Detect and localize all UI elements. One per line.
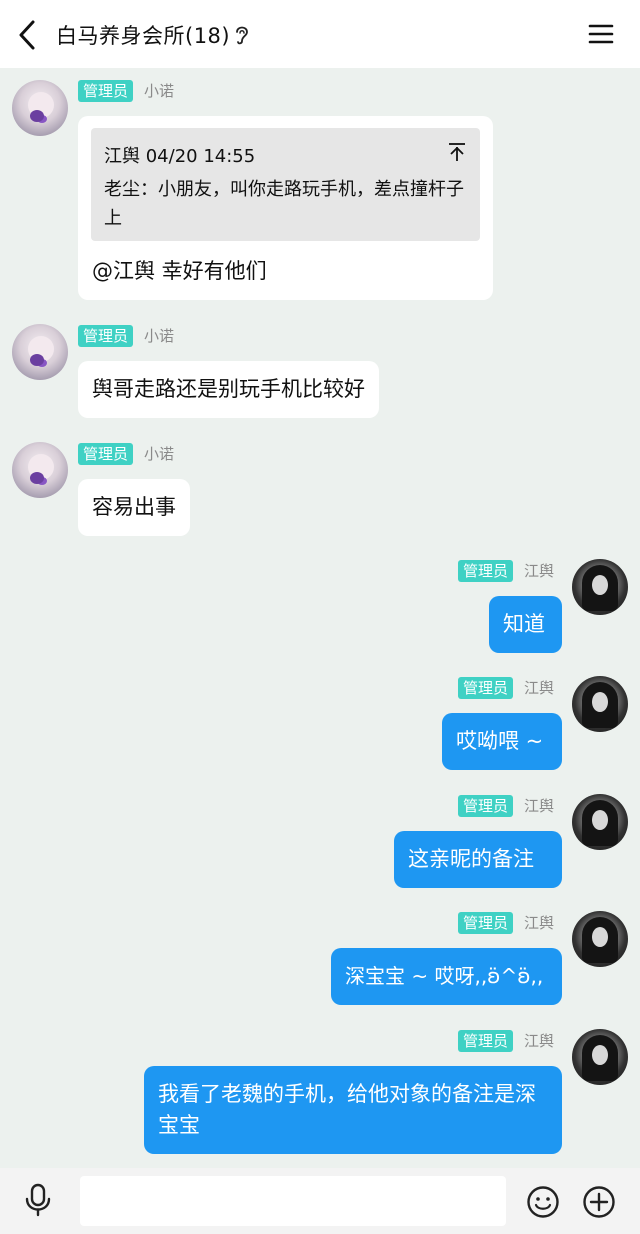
- sender-name: 江舆: [524, 1032, 555, 1050]
- avatar[interactable]: [12, 80, 68, 136]
- message-bubble[interactable]: 这亲昵的备注: [394, 831, 562, 888]
- message-bubble[interactable]: 容易出事: [78, 479, 190, 536]
- message-bubble[interactable]: 知道: [489, 596, 562, 653]
- quote-author-time: 江舆 04/20 14:55: [104, 146, 256, 167]
- avatar[interactable]: [572, 676, 628, 732]
- chat-header: 白马养身会所(18): [0, 0, 640, 68]
- message-text: 舆哥走路还是别玩手机比较好: [92, 377, 365, 401]
- chat-title[interactable]: 白马养身会所(18): [56, 20, 230, 50]
- avatar[interactable]: [572, 559, 628, 615]
- message-text: 我看了老魏的手机，给他对象的备注是深宝宝: [158, 1082, 536, 1137]
- back-button[interactable]: [14, 18, 42, 52]
- sender-name: 江舆: [524, 562, 555, 580]
- message-input[interactable]: [80, 1176, 506, 1226]
- sender-name: 小诺: [144, 327, 175, 345]
- admin-badge: 管理员: [458, 560, 514, 582]
- avatar[interactable]: [572, 911, 628, 967]
- microphone-icon[interactable]: [24, 1183, 52, 1217]
- sender-name: 江舆: [524, 797, 555, 815]
- ear-icon: [236, 26, 248, 45]
- sender-name: 小诺: [144, 445, 175, 463]
- message-bubble[interactable]: 舆哥走路还是别玩手机比较好: [78, 361, 379, 418]
- message-text: 这亲昵的备注: [408, 847, 534, 871]
- message-text: 容易出事: [92, 495, 176, 519]
- sender-name: 小诺: [144, 82, 175, 100]
- avatar[interactable]: [12, 324, 68, 380]
- message-text: 知道: [503, 612, 545, 636]
- admin-badge: 管理员: [78, 80, 134, 102]
- message-text: @江舆 幸好有他们: [92, 259, 267, 283]
- admin-badge: 管理员: [78, 325, 134, 347]
- input-bar: [0, 1168, 640, 1234]
- plus-circle-icon[interactable]: [582, 1185, 616, 1219]
- quoted-message[interactable]: 江舆 04/20 14:55 老尘：小朋友，叫你走路玩手机，差点撞杆子上: [91, 128, 480, 241]
- message-text: 哎呦喂 ~: [456, 729, 544, 753]
- sender-name: 江舆: [524, 679, 555, 697]
- avatar[interactable]: [572, 1029, 628, 1085]
- quote-text: 老尘：小朋友，叫你走路玩手机，差点撞杆子上: [104, 179, 464, 229]
- avatar[interactable]: [12, 442, 68, 498]
- admin-badge: 管理员: [78, 443, 134, 465]
- message-bubble[interactable]: 我看了老魏的手机，给他对象的备注是深宝宝: [144, 1066, 562, 1154]
- hamburger-menu-icon[interactable]: [588, 22, 614, 46]
- admin-badge: 管理员: [458, 912, 514, 934]
- message-bubble[interactable]: 哎呦喂 ~: [442, 713, 562, 770]
- message-list[interactable]: 管理员 小诺 江舆 04/20 14:55 老尘：小朋友，叫你走路玩手机，差点撞…: [0, 68, 640, 1168]
- admin-badge: 管理员: [458, 795, 514, 817]
- avatar[interactable]: [572, 794, 628, 850]
- sender-name: 江舆: [524, 914, 555, 932]
- message-bubble[interactable]: 江舆 04/20 14:55 老尘：小朋友，叫你走路玩手机，差点撞杆子上 @江舆…: [78, 116, 493, 300]
- jump-to-quote-icon[interactable]: [448, 142, 466, 162]
- message-bubble[interactable]: 深宝宝 ~ 哎呀,,ʚ̈^ʚ̈,,: [331, 948, 562, 1005]
- message-text: 深宝宝 ~ 哎呀,,ʚ̈^ʚ̈,,: [345, 964, 544, 988]
- admin-badge: 管理员: [458, 677, 514, 699]
- smiley-icon[interactable]: [526, 1185, 560, 1219]
- admin-badge: 管理员: [458, 1030, 514, 1052]
